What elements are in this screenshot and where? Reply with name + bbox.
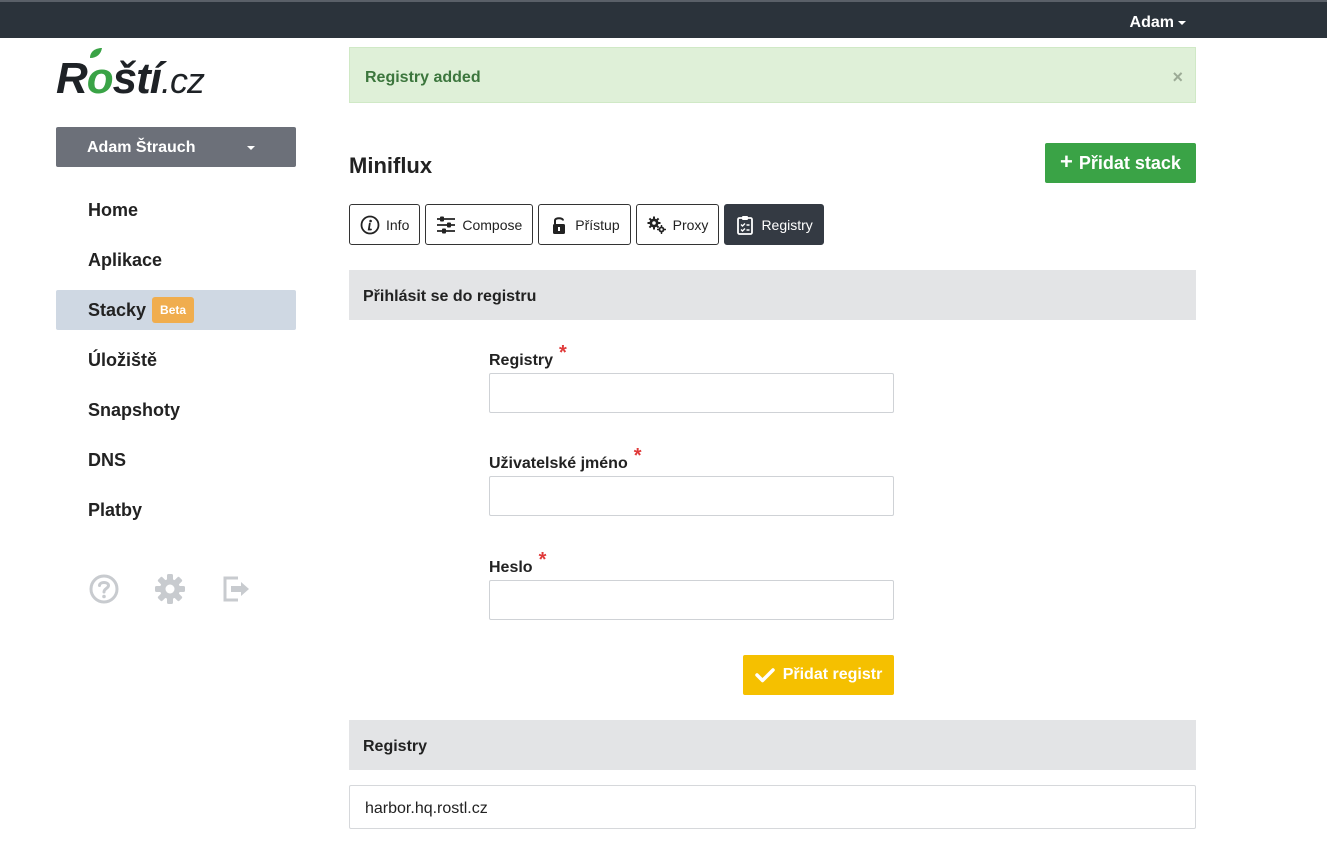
stack-tabs: Info Compose Přístup Proxy Registry — [349, 204, 824, 245]
sidebar-item-uloziste[interactable]: Úložiště — [56, 340, 296, 380]
success-alert: Registry added × — [349, 47, 1196, 103]
gear-icon[interactable] — [154, 573, 186, 605]
clipboard-icon — [737, 215, 754, 235]
sidebar-item-dns[interactable]: DNS — [56, 440, 296, 480]
tab-pristup[interactable]: Přístup — [538, 204, 631, 245]
tab-info[interactable]: Info — [349, 204, 421, 245]
registry-login-header: Přihlásit se do registru — [349, 270, 1196, 320]
tab-registry[interactable]: Registry — [724, 204, 824, 245]
sidebar-item-home[interactable]: Home — [56, 190, 296, 230]
leaf-icon — [90, 48, 102, 58]
account-name: Adam Štrauch — [87, 139, 196, 156]
sliders-icon — [437, 216, 456, 233]
user-menu-dropdown[interactable]: Adam — [1130, 14, 1186, 32]
registry-list-header: Registry — [349, 720, 1196, 770]
add-stack-button[interactable]: + Přidat stack — [1045, 143, 1196, 183]
lock-icon — [553, 216, 566, 234]
username-field-label: Uživatelské jméno * — [489, 445, 642, 472]
page-title: Miniflux — [349, 153, 433, 178]
gears-icon — [647, 216, 666, 234]
sidebar-item-snapshoty[interactable]: Snapshoty — [56, 390, 296, 430]
alert-message: Registry added — [365, 69, 481, 86]
check-icon — [754, 668, 775, 683]
logo-text: Roští.cz — [56, 54, 205, 103]
plus-icon: + — [1060, 149, 1073, 174]
add-registry-button[interactable]: Přidat registr — [743, 655, 894, 695]
caret-down-icon — [1178, 20, 1186, 25]
sidebar-item-platby[interactable]: Platby — [56, 490, 296, 530]
user-menu-label: Adam — [1129, 14, 1174, 31]
alert-close-button[interactable]: × — [1172, 68, 1183, 86]
logout-icon[interactable] — [220, 573, 252, 605]
sidebar-item-aplikace[interactable]: Aplikace — [56, 240, 296, 280]
password-input[interactable] — [489, 580, 894, 620]
username-input[interactable] — [489, 476, 894, 516]
account-dropdown[interactable]: Adam Štrauch — [56, 127, 296, 167]
top-navbar: Adam — [0, 0, 1327, 38]
required-marker: * — [538, 549, 547, 571]
registry-input[interactable] — [489, 373, 894, 413]
required-marker: * — [633, 445, 642, 467]
beta-badge: Beta — [152, 297, 195, 323]
sidebar-item-stacky[interactable]: Stacky Beta — [56, 290, 296, 330]
caret-down-icon — [247, 146, 255, 150]
tab-proxy[interactable]: Proxy — [635, 204, 720, 245]
registry-field-label: Registry * — [489, 342, 567, 369]
logo[interactable]: Roští.cz — [56, 48, 216, 103]
sidebar-icon-row — [88, 573, 252, 605]
required-marker: * — [559, 342, 567, 364]
tab-compose[interactable]: Compose — [425, 204, 534, 245]
registry-list-item: harbor.hq.rostl.cz — [349, 785, 1196, 829]
password-field-label: Heslo * — [489, 549, 547, 576]
info-icon — [360, 215, 380, 234]
help-icon[interactable] — [88, 573, 120, 605]
sidebar-nav: Home Aplikace Stacky Beta Úložiště Snapsh… — [56, 190, 296, 540]
